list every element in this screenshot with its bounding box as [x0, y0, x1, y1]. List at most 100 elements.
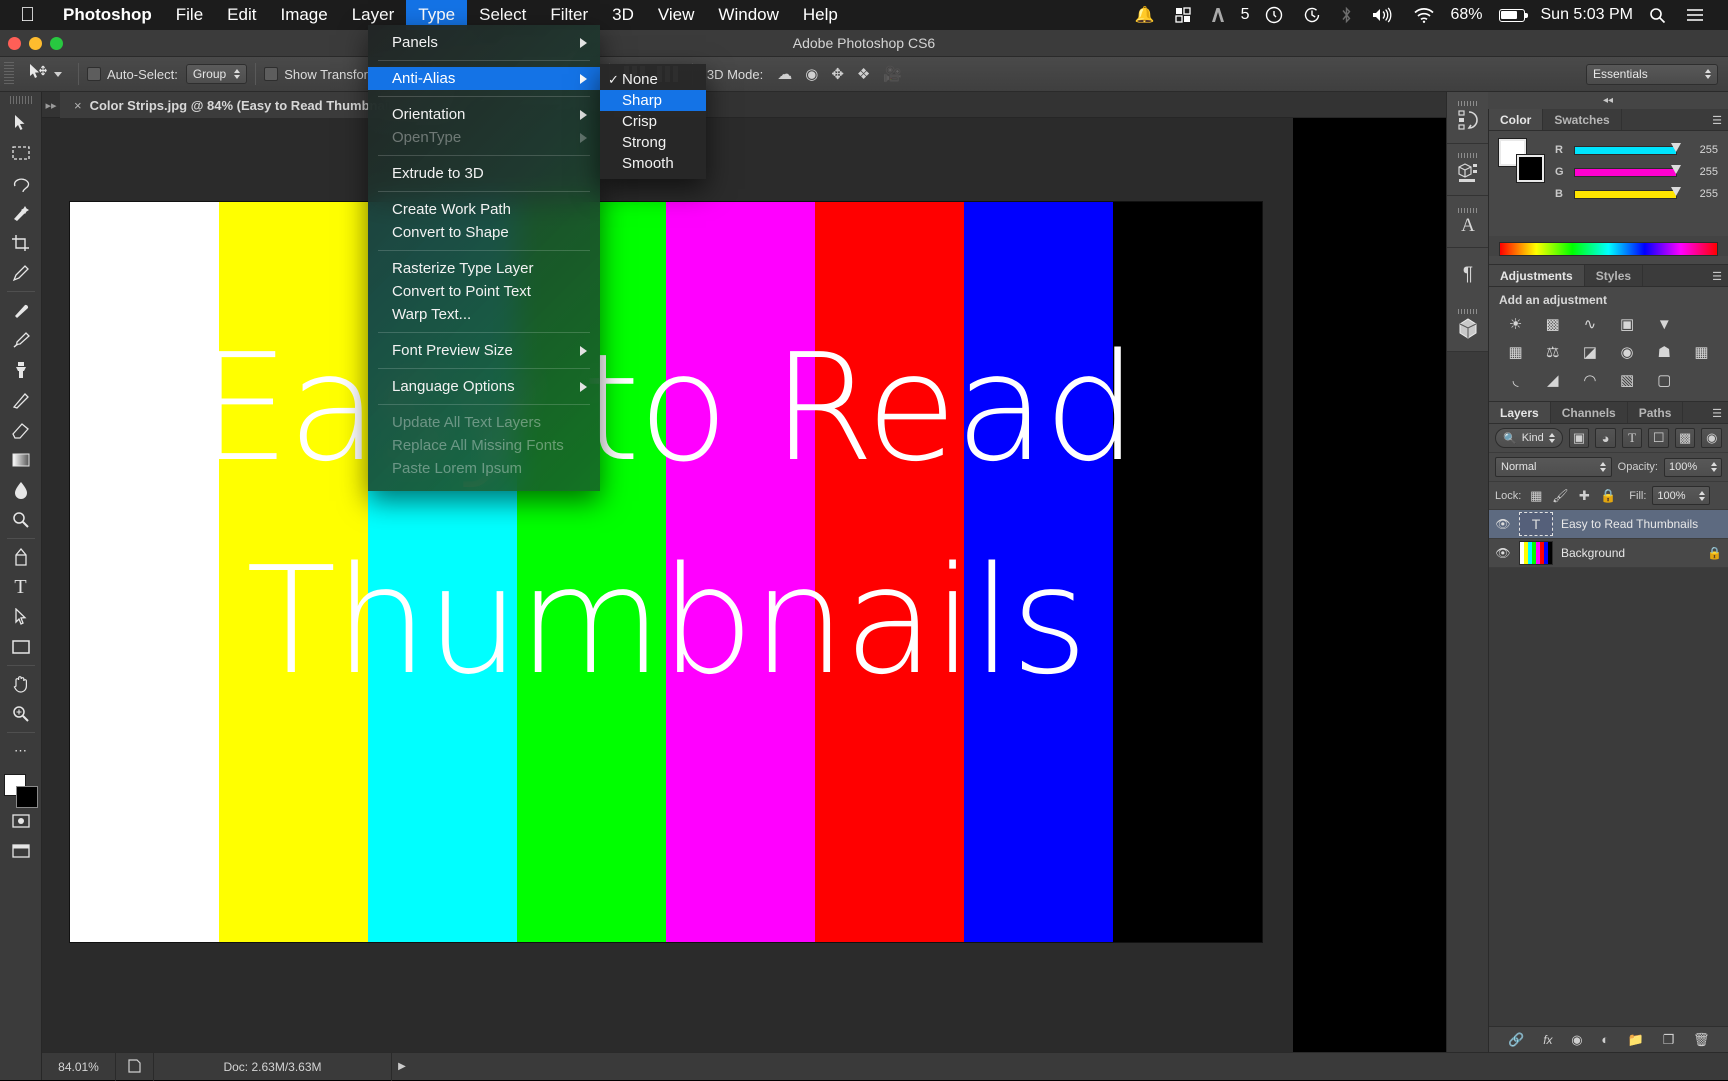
page-icon[interactable] — [116, 1053, 154, 1081]
zoom-level[interactable]: 84.01% — [42, 1053, 116, 1081]
notification-list-icon[interactable] — [1676, 0, 1714, 30]
tab-swatches[interactable]: Swatches — [1543, 109, 1621, 130]
close-icon[interactable]: × — [74, 98, 82, 113]
menu-item-orientation[interactable]: Orientation — [368, 103, 600, 126]
menubar-clock[interactable]: Sun 5:03 PM — [1535, 6, 1640, 24]
menu-image[interactable]: Image — [268, 0, 339, 30]
active-tool-picker[interactable] — [20, 63, 70, 86]
apple-icon[interactable]:  — [0, 5, 51, 25]
table-row[interactable]: 👁 Background 🔒 — [1489, 539, 1728, 568]
invert-icon[interactable]: ◟ — [1499, 369, 1532, 391]
channel-value-r[interactable]: 255 — [1684, 144, 1718, 156]
tool-color-swatches[interactable] — [4, 774, 38, 806]
menu-item-anti-alias[interactable]: Anti-Alias — [368, 67, 600, 90]
edit-toolbar-icon[interactable]: ⋯ — [2, 736, 40, 766]
mask-icon[interactable]: ◉ — [1571, 1032, 1582, 1048]
panel-menu-icon[interactable]: ☰ — [1712, 402, 1722, 424]
character-panel-button[interactable]: A — [1447, 196, 1489, 248]
menu-item-language-options[interactable]: Language Options — [368, 375, 600, 398]
artboard[interactable] — [70, 202, 1262, 942]
move-tool[interactable] — [2, 108, 40, 138]
channel-value-b[interactable]: 255 — [1684, 188, 1718, 200]
adjustment-icon[interactable]: ◐ — [1601, 1032, 1609, 1047]
submenu-item-smooth[interactable]: Smooth — [600, 153, 706, 174]
tab-paths[interactable]: Paths — [1628, 402, 1684, 423]
menu-item-convert-to-point-text[interactable]: Convert to Point Text — [368, 280, 600, 303]
quick-mask-toggle[interactable] — [2, 806, 40, 836]
lock-position-icon[interactable]: ✚ — [1575, 488, 1593, 504]
roll-3d-icon[interactable]: ◉ — [805, 65, 818, 83]
background-color-swatch[interactable] — [16, 786, 38, 808]
filter-pixel-icon[interactable]: ▣ — [1569, 428, 1590, 448]
slider-row-b[interactable]: B 255 — [1555, 183, 1718, 205]
bell-icon[interactable]: 🔔 — [1125, 0, 1165, 30]
lock-all-icon[interactable]: 🔒 — [1599, 488, 1617, 504]
hand-tool[interactable] — [2, 669, 40, 699]
submenu-item-none[interactable]: ✓ None — [600, 69, 706, 90]
blur-tool[interactable] — [2, 475, 40, 505]
menu-item-extrude-to-3d[interactable]: Extrude to 3D — [368, 162, 600, 185]
gradient-tool[interactable] — [2, 445, 40, 475]
slide-3d-icon[interactable]: ❖ — [857, 65, 870, 83]
tab-color[interactable]: Color — [1489, 109, 1543, 130]
eyedropper-tool[interactable] — [2, 258, 40, 288]
rectangle-tool[interactable] — [2, 632, 40, 662]
menu-item-warp-text[interactable]: Warp Text... — [368, 303, 600, 326]
filter-adjustment-icon[interactable]: ◕ — [1595, 428, 1616, 448]
menu-help[interactable]: Help — [791, 0, 850, 30]
type-tool[interactable]: T — [2, 572, 40, 602]
opacity-value[interactable]: 100% — [1664, 458, 1722, 477]
table-row[interactable]: 👁 T Easy to Read Thumbnails — [1489, 510, 1728, 539]
clone-stamp-tool[interactable] — [2, 355, 40, 385]
brush-tool[interactable] — [2, 325, 40, 355]
menu-3d[interactable]: 3D — [600, 0, 646, 30]
dock-collapse-arrows[interactable]: ◂◂ — [1488, 92, 1728, 109]
pen-tool[interactable] — [2, 542, 40, 572]
window-controls[interactable] — [8, 30, 63, 57]
type-menu-dropdown[interactable]: Panels Anti-Alias Orientation OpenType E… — [368, 25, 600, 491]
background-color[interactable] — [1517, 155, 1544, 182]
color-swatch-pair[interactable] — [1499, 139, 1543, 179]
chevron-down-icon[interactable] — [54, 72, 62, 77]
tab-layers[interactable]: Layers — [1489, 402, 1551, 423]
status-expand-arrow[interactable]: ▶ — [392, 1061, 412, 1072]
mode3d-icons[interactable]: ☁ ◉ ✥ ❖ 🎥 — [777, 65, 902, 83]
anti-alias-submenu[interactable]: ✓ None Sharp Crisp Strong Smooth — [600, 64, 706, 179]
search-icon[interactable] — [1639, 0, 1676, 30]
volume-icon[interactable] — [1362, 0, 1404, 30]
new-layer-icon[interactable]: ❐ — [1663, 1032, 1675, 1048]
screen-mode-toggle[interactable] — [2, 836, 40, 866]
close-window-button[interactable] — [8, 37, 21, 50]
group-icon[interactable]: 📁 — [1628, 1032, 1644, 1048]
link-icon[interactable]: 🔗 — [1508, 1032, 1524, 1048]
3d-scene-panel-button[interactable] — [1447, 300, 1489, 352]
threshold-icon[interactable]: ◠ — [1573, 369, 1606, 391]
pan-3d-icon[interactable]: ✥ — [831, 65, 844, 83]
canvas-area[interactable]: Easy to Read Thumbnails — [42, 118, 1293, 1052]
history-panel-button[interactable] — [1447, 92, 1489, 144]
quick-selection-tool[interactable] — [2, 198, 40, 228]
layer-thumbnail-image[interactable] — [1519, 541, 1553, 565]
menu-view[interactable]: View — [646, 0, 707, 30]
filter-toggle-icon[interactable]: ◉ — [1701, 428, 1722, 448]
tab-adjustments[interactable]: Adjustments — [1489, 265, 1585, 286]
layer-thumbnail-text[interactable]: T — [1519, 512, 1553, 536]
menu-item-rasterize-type-layer[interactable]: Rasterize Type Layer — [368, 257, 600, 280]
show-transform-checkbox[interactable] — [264, 67, 278, 81]
filter-smart-icon[interactable]: ▩ — [1675, 428, 1696, 448]
slider-track-r[interactable] — [1574, 146, 1677, 155]
submenu-item-sharp[interactable]: Sharp — [600, 90, 706, 111]
submenu-item-strong[interactable]: Strong — [600, 132, 706, 153]
curves-icon[interactable]: ∿ — [1573, 313, 1606, 335]
fill-value[interactable]: 100% — [1652, 486, 1710, 505]
auto-select-dropdown[interactable]: Group — [186, 64, 247, 84]
menu-item-panels[interactable]: Panels — [368, 31, 600, 54]
workspace-switcher[interactable]: Essentials — [1586, 64, 1718, 85]
color-lookup-icon[interactable]: ▦ — [1685, 341, 1718, 363]
menu-photoshop[interactable]: Photoshop — [51, 0, 164, 30]
battery-icon[interactable] — [1489, 0, 1535, 30]
maximize-window-button[interactable] — [50, 37, 63, 50]
vibrance-icon[interactable]: ▼ — [1648, 313, 1681, 335]
menu-file[interactable]: File — [164, 0, 215, 30]
layer-visibility-icon[interactable]: 👁 — [1495, 546, 1511, 560]
